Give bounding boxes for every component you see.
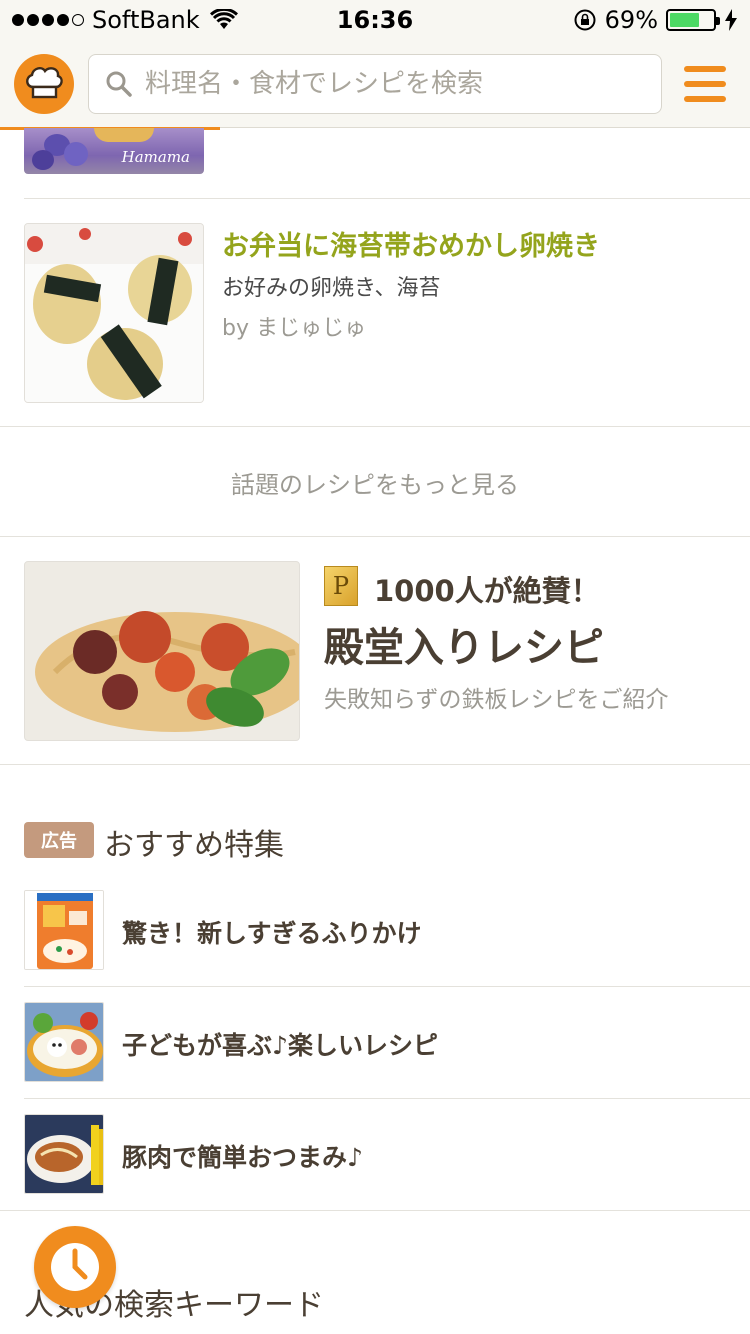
ad-badge: 広告 — [24, 822, 94, 858]
status-bar: SoftBank 16:36 69% — [0, 0, 750, 40]
battery-icon — [666, 9, 720, 31]
hamburger-menu-icon[interactable] — [684, 66, 726, 102]
recipe-photo[interactable] — [24, 223, 204, 403]
hall-of-fame-subtitle: 失敗知らずの鉄板レシピをご紹介 — [324, 687, 669, 713]
more-trending-recipes-link[interactable]: 話題のレシピをもっと見る — [0, 427, 750, 537]
recipe-title[interactable]: お弁当に海苔帯おめかし卵焼き — [222, 224, 600, 263]
battery-percent: 69% — [604, 6, 658, 34]
divider — [24, 1098, 750, 1099]
kids-bento-icon — [24, 1002, 104, 1082]
furikake-package-icon — [24, 890, 104, 970]
search-input[interactable] — [145, 69, 625, 99]
features-heading: おすすめ特集 — [104, 828, 284, 863]
feature-item[interactable]: 豚肉で簡単おつまみ♪ — [0, 1114, 750, 1226]
search-box[interactable] — [88, 54, 662, 114]
photo-watermark: Hamama — [121, 148, 190, 166]
app-header — [0, 40, 750, 128]
recipe-author[interactable]: by まじゅじゅ — [222, 310, 366, 342]
feature-label[interactable]: 子どもが喜ぶ♪楽しいレシピ — [122, 1026, 438, 1062]
feature-label[interactable]: 驚き！新しすぎるふりかけ — [122, 914, 422, 950]
feature-label[interactable]: 豚肉で簡単おつまみ♪ — [122, 1138, 363, 1174]
feature-item[interactable]: 驚き！新しすぎるふりかけ — [0, 890, 750, 1002]
battery-fill — [670, 13, 699, 27]
rotation-lock-icon — [574, 9, 596, 31]
hall-of-fame-title[interactable]: 殿堂入りレシピ — [324, 615, 604, 673]
chef-hat-logo-icon[interactable] — [14, 54, 74, 114]
pork-dish-icon — [24, 1114, 104, 1194]
search-icon — [106, 71, 132, 97]
recipe-ingredients: お好みの卵焼き、海苔 — [222, 276, 441, 301]
status-right: 69% — [573, 6, 738, 34]
recipe-photo-partial[interactable]: Hamama — [24, 128, 204, 174]
feature-item[interactable]: 子どもが喜ぶ♪楽しいレシピ — [0, 1002, 750, 1114]
divider — [0, 536, 750, 537]
history-clock-icon[interactable] — [34, 1226, 116, 1308]
divider — [24, 198, 750, 199]
divider — [0, 1210, 750, 1211]
divider — [24, 986, 750, 987]
divider — [0, 764, 750, 765]
hall-of-fame-headline[interactable]: 1000人が絶賛！ — [374, 568, 600, 610]
premium-badge-icon: P — [324, 566, 358, 606]
hall-of-fame-photo[interactable] — [24, 561, 300, 741]
charging-icon — [725, 9, 737, 31]
